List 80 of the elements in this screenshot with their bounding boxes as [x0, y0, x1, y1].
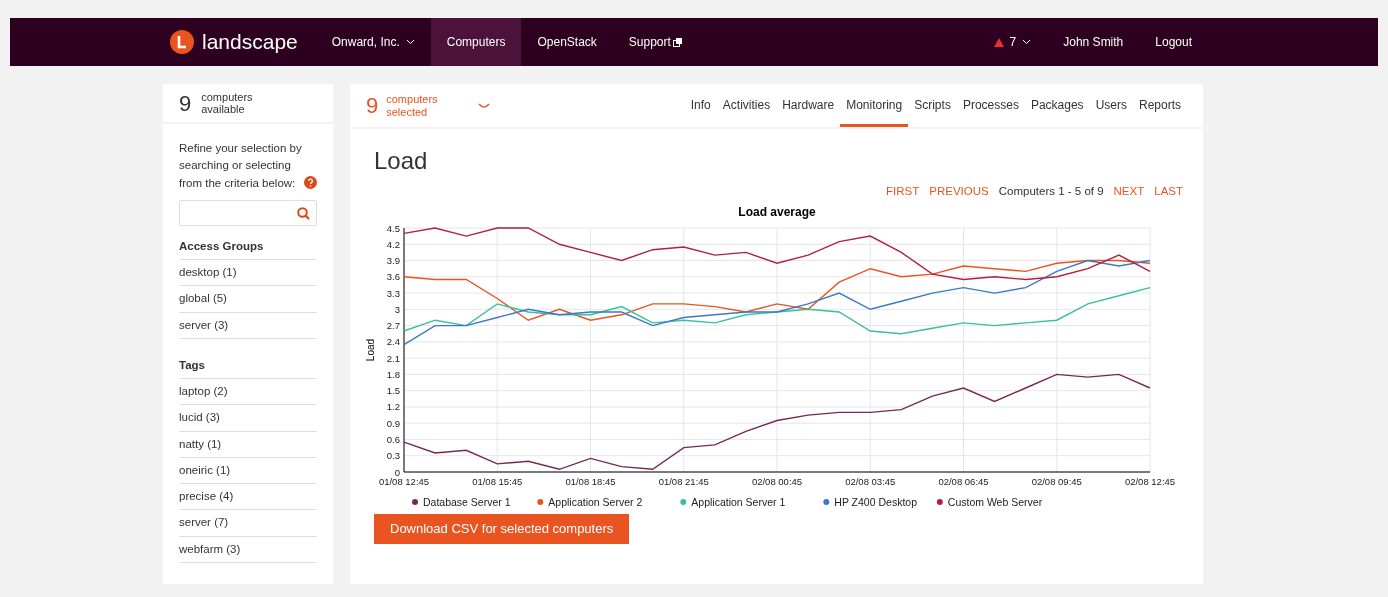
- warning-icon: [993, 37, 1004, 47]
- axis-tick-label: 02/08 00:45: [751, 476, 803, 488]
- tab[interactable]: Packages: [1024, 84, 1090, 127]
- axis-tick-label: 4.5: [386, 222, 400, 234]
- count-label: computers available: [201, 90, 254, 116]
- page-heading: Load: [374, 146, 428, 176]
- filter-item[interactable]: precise (4): [179, 484, 317, 511]
- axis-tick-label: 1.5: [386, 385, 400, 397]
- axis-tick-label: 0.3: [386, 450, 400, 462]
- tab[interactable]: Processes: [956, 84, 1025, 127]
- intro-text: Refine your selection by searching or selecting from the criteria below:: [179, 141, 302, 191]
- chart-title: Load average: [738, 205, 816, 220]
- axis-tick-label: 02/08 09:45: [1031, 476, 1082, 488]
- axis-tick-label: 02/08 12:45: [1124, 476, 1176, 488]
- axis-tick-label: 0.9: [386, 417, 400, 429]
- axis-tick-label: 02/08 06:45: [938, 476, 989, 488]
- filter-item[interactable]: server (3): [179, 312, 317, 339]
- axis-tick-label: 3.3: [386, 287, 400, 299]
- axis-tick-label: 1.8: [386, 369, 400, 381]
- search-field[interactable]: [179, 199, 317, 226]
- axis-title: Load: [365, 339, 376, 362]
- filter-item[interactable]: webfarm (3): [179, 536, 317, 563]
- count-label: computers selected: [386, 93, 439, 118]
- legend-label: Custom Web Server: [947, 495, 1043, 508]
- legend-label: HP Z400 Desktop: [834, 495, 917, 508]
- pager-range: Computers 1 - 5 of 9: [997, 184, 1104, 199]
- axis-tick-label: 3: [394, 304, 400, 316]
- tab[interactable]: Activities: [716, 84, 777, 127]
- nav-link[interactable]: Support: [612, 18, 698, 66]
- axis-tick-label: 01/08 12:45: [378, 476, 430, 488]
- nav-link[interactable]: Computers: [430, 18, 522, 66]
- count-number: 9: [366, 92, 379, 120]
- axis-tick-label: 0: [394, 466, 400, 478]
- pager-link[interactable]: FIRST: [876, 183, 920, 201]
- axis-tick-label: 3.6: [386, 271, 400, 283]
- tab[interactable]: Scripts: [908, 84, 957, 127]
- tab[interactable]: Reports: [1132, 84, 1187, 127]
- logo-icon: [170, 30, 194, 54]
- legend-label: Application Server 1: [691, 495, 786, 508]
- alerts-link[interactable]: 7: [977, 18, 1048, 66]
- axis-tick-label: 3.9: [386, 255, 400, 267]
- axis-tick-label: 2.4: [386, 336, 400, 348]
- legend-label: Database Server 1: [423, 495, 511, 508]
- axis-tick-label: 1.2: [386, 401, 400, 413]
- axis-tick-label: 2.1: [386, 352, 400, 364]
- filter-item[interactable]: desktop (1): [179, 260, 317, 287]
- count-number: 9: [179, 89, 192, 118]
- filter-item[interactable]: lucid (3): [179, 405, 317, 432]
- filter-item[interactable]: laptop (2): [179, 379, 317, 406]
- axis-tick-label: 01/08 21:45: [658, 476, 709, 488]
- nav-link[interactable]: OpenStack: [521, 18, 613, 66]
- section-title: Tags: [179, 352, 317, 379]
- nav-link[interactable]: Onward, Inc.: [315, 18, 431, 66]
- axis-tick-label: 2.7: [386, 320, 400, 332]
- filter-item[interactable]: server (7): [179, 510, 317, 537]
- caret-icon: [1022, 39, 1032, 45]
- tab[interactable]: Hardware: [776, 84, 841, 127]
- download-button[interactable]: Download CSV for selected computers: [374, 514, 630, 544]
- pager-link[interactable]: NEXT: [1103, 183, 1145, 201]
- filter-item[interactable]: natty (1): [179, 431, 317, 458]
- axis-tick-label: 02/08 03:45: [845, 476, 896, 488]
- axis-tick-label: 4.2: [386, 239, 400, 250]
- logout-link[interactable]: Logout: [1139, 18, 1208, 66]
- tab[interactable]: Users: [1089, 84, 1133, 127]
- filter-item[interactable]: oneiric (1): [179, 457, 317, 484]
- user-link[interactable]: John Smith: [1047, 18, 1140, 66]
- section-title: Access Groups: [179, 233, 317, 260]
- help-icon: [304, 175, 317, 189]
- search-icon: [297, 206, 310, 220]
- brand-name: landscape: [202, 29, 298, 56]
- axis-tick-label: 0.6: [386, 434, 400, 446]
- tab[interactable]: Monitoring: [840, 84, 909, 127]
- tab[interactable]: Info: [684, 84, 717, 127]
- caret-icon: [478, 102, 491, 109]
- pager-link[interactable]: PREVIOUS: [919, 183, 989, 201]
- axis-tick-label: 01/08 18:45: [565, 476, 616, 488]
- legend-label: Application Server 2: [548, 495, 643, 508]
- filter-item[interactable]: global (5): [179, 286, 317, 313]
- pager-link[interactable]: LAST: [1144, 183, 1183, 201]
- axis-tick-label: 01/08 15:45: [472, 476, 523, 488]
